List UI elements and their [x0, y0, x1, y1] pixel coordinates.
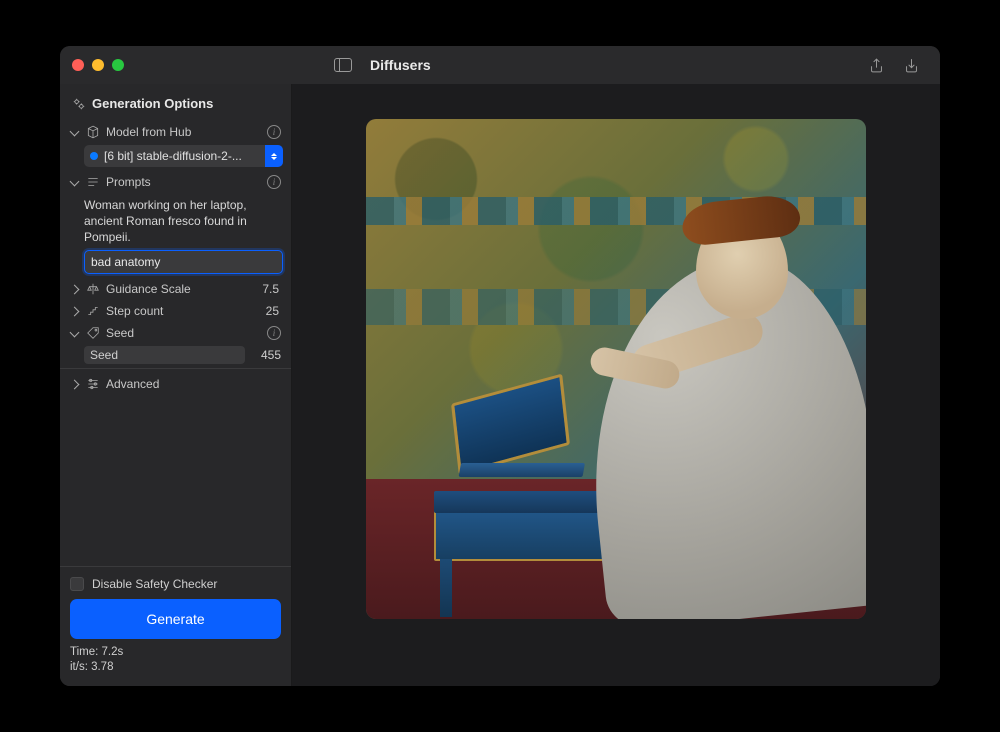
status-dot-icon: [90, 152, 98, 160]
generation-options-label: Generation Options: [92, 96, 213, 111]
sliders-icon: [86, 377, 100, 391]
divider: [60, 368, 291, 369]
negative-prompt-input[interactable]: bad anatomy: [84, 250, 283, 274]
sidebar-scroll: Generation Options Model from Hub i [6 b…: [60, 84, 291, 566]
stats-time: Time: 7.2s: [70, 645, 281, 661]
sidebar-footer: Disable Safety Checker Generate Time: 7.…: [60, 566, 291, 686]
guidance-value: 7.5: [262, 282, 281, 296]
advanced-section-row[interactable]: Advanced: [68, 373, 283, 395]
titlebar-actions: [868, 57, 928, 74]
safety-checker-row[interactable]: Disable Safety Checker: [70, 575, 281, 599]
seed-label: Seed: [106, 326, 261, 340]
main-content: [292, 84, 940, 686]
generated-image[interactable]: [366, 119, 866, 619]
steps-icon: [86, 304, 100, 318]
gears-icon: [72, 97, 86, 111]
minimize-window-button[interactable]: [92, 59, 104, 71]
download-icon[interactable]: [903, 57, 920, 74]
seed-value: 455: [253, 348, 283, 362]
info-icon[interactable]: i: [267, 175, 281, 189]
generation-stats: Time: 7.2s it/s: 3.78: [70, 639, 281, 676]
prompts-section-row[interactable]: Prompts i: [68, 171, 283, 193]
sidebar-toggle-icon[interactable]: [334, 58, 352, 72]
titlebar-center: Diffusers: [124, 57, 868, 73]
close-window-button[interactable]: [72, 59, 84, 71]
guidance-section-row[interactable]: Guidance Scale 7.5: [68, 278, 283, 300]
steps-label: Step count: [106, 304, 260, 318]
info-icon[interactable]: i: [267, 326, 281, 340]
guidance-label: Guidance Scale: [106, 282, 256, 296]
chevron-down-icon: [70, 127, 80, 137]
app-window: Diffusers Generation Options: [60, 46, 940, 686]
share-icon[interactable]: [868, 57, 885, 74]
scale-icon: [86, 282, 100, 296]
traffic-lights: [72, 59, 124, 71]
model-section-row[interactable]: Model from Hub i: [68, 121, 283, 143]
tag-icon: [86, 326, 100, 340]
stats-its: it/s: 3.78: [70, 660, 281, 676]
positive-prompt-textarea[interactable]: Woman working on her laptop, ancient Rom…: [84, 197, 283, 246]
sidebar: Generation Options Model from Hub i [6 b…: [60, 84, 292, 686]
generate-button[interactable]: Generate: [70, 599, 281, 639]
titlebar: Diffusers: [60, 46, 940, 84]
cube-icon: [86, 125, 100, 139]
chevron-right-icon: [70, 306, 80, 316]
dropdown-stepper-icon[interactable]: [265, 145, 283, 167]
model-select[interactable]: [6 bit] stable-diffusion-2-...: [84, 145, 283, 167]
steps-section-row[interactable]: Step count 25: [68, 300, 283, 322]
seed-slider[interactable]: Seed: [84, 346, 245, 364]
safety-checker-label: Disable Safety Checker: [92, 577, 217, 591]
model-selected-text: [6 bit] stable-diffusion-2-...: [104, 149, 265, 163]
info-icon[interactable]: i: [267, 125, 281, 139]
advanced-label: Advanced: [106, 377, 281, 391]
prompts-section-label: Prompts: [106, 175, 261, 189]
lines-icon: [86, 175, 100, 189]
fullscreen-window-button[interactable]: [112, 59, 124, 71]
app-title: Diffusers: [370, 57, 431, 73]
safety-checker-checkbox[interactable]: [70, 577, 84, 591]
chevron-down-icon: [70, 177, 80, 187]
chevron-down-icon: [70, 328, 80, 338]
chevron-right-icon: [70, 379, 80, 389]
steps-value: 25: [266, 304, 281, 318]
seed-slider-label: Seed: [90, 348, 118, 362]
seed-section-row[interactable]: Seed i: [68, 322, 283, 344]
generation-options-header: Generation Options: [68, 90, 283, 121]
model-section-label: Model from Hub: [106, 125, 261, 139]
app-body: Generation Options Model from Hub i [6 b…: [60, 84, 940, 686]
chevron-right-icon: [70, 284, 80, 294]
seed-slider-row: Seed 455: [84, 346, 283, 364]
